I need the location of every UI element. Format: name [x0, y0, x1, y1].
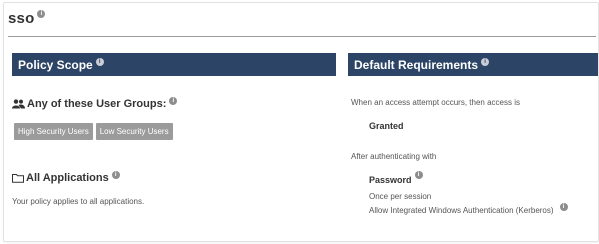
default-requirements-header: Default Requirements i [348, 53, 598, 76]
page-title: sso [8, 10, 35, 27]
default-requirements-title: Default Requirements [354, 57, 479, 72]
folder-icon [12, 174, 24, 183]
info-icon[interactable]: i [111, 171, 120, 179]
user-group-list: High Security Users Low Security Users [14, 123, 173, 140]
auth-option: Allow Integrated Windows Authentication … [369, 206, 554, 215]
policy-scope-title: Policy Scope [18, 57, 93, 72]
info-icon[interactable]: i [559, 203, 568, 211]
user-groups-text: Any of these User Groups: [27, 98, 167, 110]
user-group-chip[interactable]: Low Security Users [95, 123, 173, 140]
title-divider [8, 36, 596, 37]
access-intro-text: When an access attempt occurs, then acce… [351, 98, 520, 107]
info-icon[interactable]: i [37, 10, 46, 18]
user-group-chip[interactable]: High Security Users [14, 123, 93, 140]
user-group-icon [12, 99, 25, 109]
info-icon[interactable]: i [414, 171, 423, 179]
auth-method-row: Password i [369, 171, 423, 185]
page-title-row: sso i [8, 10, 46, 27]
access-value: Granted [369, 121, 404, 131]
info-icon[interactable]: i [169, 97, 178, 105]
info-icon[interactable]: i [481, 57, 490, 66]
applications-label: All Applications i [12, 171, 120, 184]
user-groups-label: Any of these User Groups: i [12, 97, 178, 110]
auth-intro-text: After authenticating with [351, 152, 437, 161]
info-icon[interactable]: i [95, 57, 104, 66]
auth-option-row: Allow Integrated Windows Authentication … [369, 203, 568, 215]
applications-note: Your policy applies to all applications. [12, 197, 145, 206]
applications-text: All Applications [26, 172, 109, 184]
auth-frequency: Once per session [369, 192, 432, 201]
policy-scope-header: Policy Scope i [12, 53, 336, 76]
auth-method: Password [369, 175, 412, 185]
